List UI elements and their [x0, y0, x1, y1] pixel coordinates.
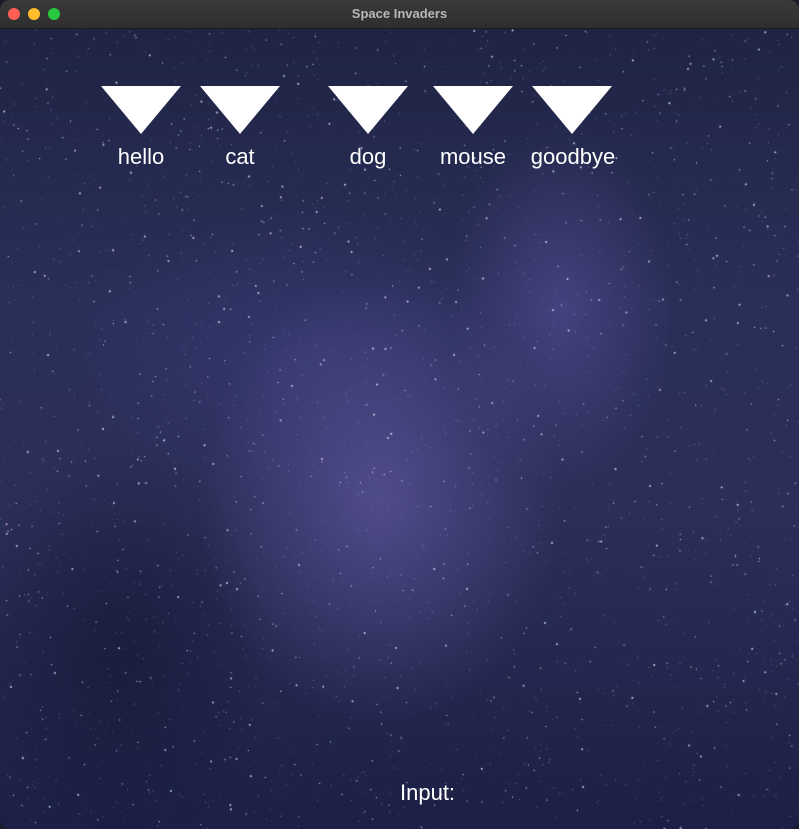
input-label: Input:: [400, 780, 456, 805]
game-window: Space Invaders hello cat dog mouse goodb…: [0, 0, 799, 829]
invader-mouse-icon: [433, 86, 513, 134]
invader-dog-icon: [328, 86, 408, 134]
invader-cat-icon: [200, 86, 280, 134]
invader-hello-icon: [101, 86, 181, 134]
invader-word-cat: cat: [225, 144, 255, 169]
game-canvas[interactable]: hello cat dog mouse goodbye Input:: [0, 29, 799, 829]
title-bar: Space Invaders: [0, 0, 799, 29]
window-title: Space Invaders: [351, 6, 448, 21]
invader-word-dog: dog: [349, 144, 387, 169]
invader-word-goodbye: goodbye: [530, 144, 616, 169]
invader-goodbye-icon: [532, 86, 612, 134]
input-prompt[interactable]: Input:: [400, 780, 455, 806]
